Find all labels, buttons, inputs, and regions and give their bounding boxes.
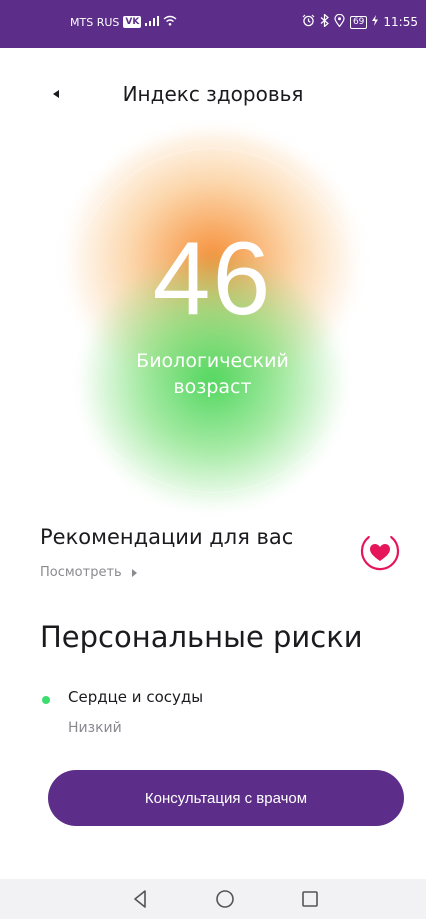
status-left: MTS RUS VK xyxy=(70,15,177,29)
nav-back-button[interactable] xyxy=(128,887,152,911)
heart-icon xyxy=(356,536,404,580)
biological-age-label-line2: возраст xyxy=(173,376,252,398)
header: Индекс здоровья xyxy=(0,72,426,116)
nav-home-button[interactable] xyxy=(213,887,237,911)
status-right: 69 11:55 xyxy=(302,13,418,30)
risk-status-dot xyxy=(42,696,50,704)
app-badge: VK xyxy=(123,16,142,28)
page-title: Индекс здоровья xyxy=(122,82,304,106)
nav-back-icon xyxy=(128,887,152,911)
location-icon xyxy=(334,13,345,30)
risk-level: Низкий xyxy=(68,720,122,736)
battery-level: 69 xyxy=(349,15,368,29)
charging-icon xyxy=(372,15,379,29)
doctor-consultation-button[interactable]: Консультация с врачом xyxy=(48,770,404,826)
system-nav-bar xyxy=(0,879,426,919)
biological-age-orb: 46 Биологический возраст xyxy=(40,130,385,510)
biological-age-value: 46 xyxy=(152,221,273,337)
chevron-right-icon xyxy=(131,568,137,577)
view-recommendations-link[interactable]: Посмотреть xyxy=(40,565,137,580)
nav-home-icon xyxy=(213,887,237,911)
biological-age-label: Биологический возраст xyxy=(40,348,385,400)
clock: 11:55 xyxy=(383,15,418,29)
nav-recents-icon xyxy=(298,887,322,911)
biological-age-label-line1: Биологический xyxy=(136,350,289,372)
status-bar: MTS RUS VK 69 11:55 xyxy=(0,0,426,48)
signal-icon xyxy=(145,15,160,29)
recommendations-title: Рекомендации для вас xyxy=(40,525,294,549)
bluetooth-icon xyxy=(320,13,329,30)
carrier-name: MTS RUS xyxy=(70,15,120,29)
nav-recents-button[interactable] xyxy=(298,887,322,911)
recommendations-section: Рекомендации для вас Посмотреть xyxy=(40,525,400,605)
alarm-icon xyxy=(302,14,315,30)
personal-risks-title: Персональные риски xyxy=(40,620,363,654)
wifi-icon xyxy=(163,15,177,29)
view-link-label: Посмотреть xyxy=(40,565,122,580)
heart-button[interactable] xyxy=(356,528,404,576)
risk-name: Сердце и сосуды xyxy=(68,688,204,706)
risk-item-heart[interactable]: Сердце и сосуды Низкий xyxy=(40,688,386,740)
